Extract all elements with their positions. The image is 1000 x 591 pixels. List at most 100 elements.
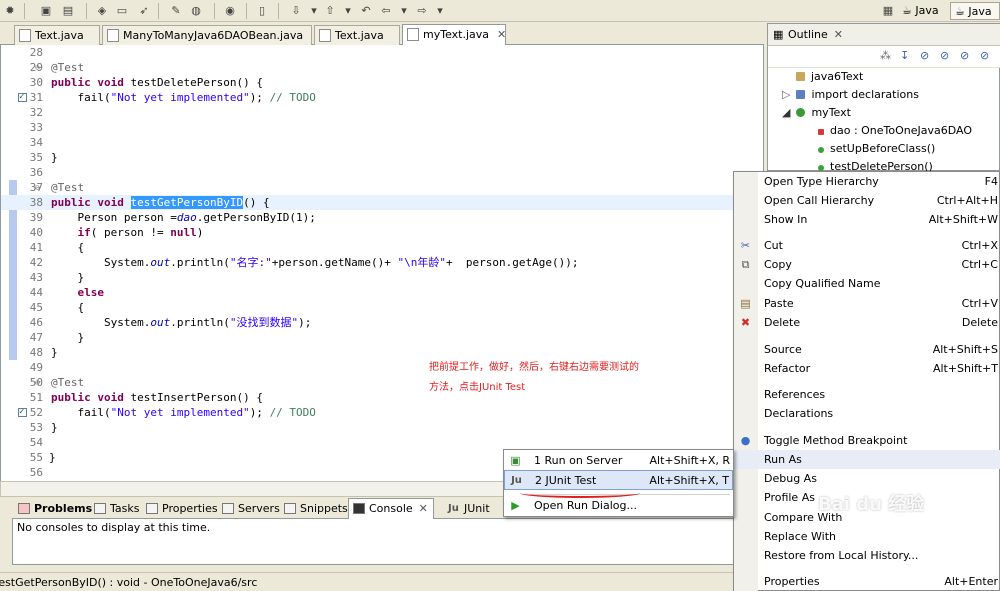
- menu-item-shortcut: Ctrl+X: [961, 239, 998, 252]
- code-line: 28: [1, 45, 765, 60]
- menu-item-debug-as[interactable]: Debug As: [734, 469, 1000, 488]
- pen-icon[interactable]: ✎: [168, 3, 184, 19]
- private-field-icon: [818, 129, 824, 135]
- outline-item-package[interactable]: java6Text: [796, 68, 863, 86]
- expand-icon[interactable]: ▷: [782, 88, 790, 101]
- menu-item-source[interactable]: Source Alt+Shift+S: [734, 340, 1000, 359]
- globe-alt-icon[interactable]: ◍: [188, 3, 204, 19]
- code-line: 32: [1, 105, 765, 120]
- line-number: 45: [29, 301, 43, 314]
- menu-item-label: References: [764, 388, 826, 401]
- last-edit-icon[interactable]: ↶: [358, 3, 374, 19]
- selected-method-name[interactable]: testGetPersonByID: [130, 196, 244, 209]
- prev-annotation-icon[interactable]: ⇧: [322, 3, 338, 19]
- menu-item-delete[interactable]: ✖ Delete Delete: [734, 313, 1000, 332]
- outline-view: ▦ Outline ✕ ⁂ ↧ ⊘ ⊘ ⊘ ⊘ java6Text ▷ import…: [767, 23, 1000, 173]
- menu-item-copy[interactable]: ⧉ Copy Ctrl+C: [734, 255, 1000, 274]
- code-text: Person person =dao.getPersonByID(1);: [51, 210, 315, 225]
- new-package-icon[interactable]: ▤: [60, 3, 76, 19]
- open-perspective-icon[interactable]: ▦: [880, 3, 896, 19]
- menu-item-open-call-hierarchy[interactable]: Open Call Hierarchy Ctrl+Alt+H: [734, 191, 1000, 210]
- dropdown-icon[interactable]: ▾: [396, 3, 412, 19]
- editor-tab-mytext-java[interactable]: myText.java ✕: [402, 24, 506, 46]
- code-line: 47 }: [1, 330, 765, 345]
- menu-item-references[interactable]: References: [734, 385, 1000, 404]
- submenu-item-open-run-dialog[interactable]: ▶ Open Run Dialog...: [504, 496, 733, 515]
- outline-item-method[interactable]: setUpBeforeClass(): [818, 140, 935, 158]
- hide-static-icon[interactable]: ⊘: [940, 49, 949, 62]
- tab-snippets[interactable]: Snippets: [280, 499, 354, 518]
- outline-item-imports[interactable]: ▷ import declarations: [782, 86, 919, 104]
- tasks-icon: [94, 503, 106, 514]
- status-text: testGetPersonByID() : void - OneToOneJav…: [0, 576, 258, 589]
- debug-icon[interactable]: ✹: [2, 3, 18, 19]
- keyword: public: [51, 196, 91, 209]
- menu-item-replace-with[interactable]: Replace With: [734, 527, 1000, 546]
- tab-console[interactable]: Console ✕: [348, 498, 434, 519]
- line-number: 28: [29, 46, 43, 59]
- forward-icon[interactable]: ⇨: [414, 3, 430, 19]
- submenu-item-run-on-server[interactable]: ▣ 1 Run on Server Alt+Shift+X, R: [504, 451, 733, 470]
- code-editor[interactable]: 28 29 ⊖ @Test 30 public void testDeletePers…: [0, 45, 765, 481]
- fold-icon[interactable]: ⊖: [35, 180, 40, 195]
- menu-item-show-in[interactable]: Show In Alt+Shift+W: [734, 210, 1000, 229]
- sort-icon[interactable]: ↧: [900, 49, 909, 62]
- dropdown-icon[interactable]: ▾: [340, 3, 356, 19]
- menu-item-restore-local-history[interactable]: Restore from Local History...: [734, 546, 1000, 565]
- menu-item-copy-qualified-name[interactable]: Copy Qualified Name: [734, 274, 1000, 293]
- editor-tab-text-java[interactable]: Text.java: [14, 25, 100, 45]
- hide-fields-icon[interactable]: ⊘: [920, 49, 929, 62]
- code-line: 40 if( person != null): [1, 225, 765, 240]
- menu-item-declarations[interactable]: Declarations: [734, 404, 1000, 423]
- menu-item-refactor[interactable]: Refactor Alt+Shift+T: [734, 359, 1000, 378]
- menu-item-paste[interactable]: ▤ Paste Ctrl+V: [734, 294, 1000, 313]
- code-text: }: [49, 451, 56, 464]
- globe-icon[interactable]: ◉: [222, 3, 238, 19]
- run-as-submenu: ▣ 1 Run on Server Alt+Shift+X, R Ju 2 JUnit…: [503, 449, 734, 517]
- outline-item-field[interactable]: dao : OneToOneJava6DAO: [818, 122, 972, 140]
- dropdown-icon[interactable]: ▾: [432, 3, 448, 19]
- outline-item-label: java6Text: [811, 70, 864, 83]
- submenu-item-junit-test[interactable]: Ju 2 JUnit Test Alt+Shift+X, T: [504, 470, 733, 490]
- line-number: 38: [29, 196, 43, 209]
- code-text: ): [196, 226, 204, 239]
- fold-icon[interactable]: ⊖: [35, 60, 40, 75]
- rocket-icon[interactable]: ➶: [136, 3, 152, 19]
- editor-tab-text-java-2[interactable]: Text.java: [314, 25, 400, 45]
- back-icon[interactable]: ⇦: [378, 3, 394, 19]
- close-icon[interactable]: ✕: [834, 28, 843, 41]
- perspective-java[interactable]: ☕ Java: [898, 2, 943, 20]
- open-folder-icon[interactable]: ▭: [114, 3, 130, 19]
- next-annotation-icon[interactable]: ⇩: [288, 3, 304, 19]
- menu-item-run-as[interactable]: Run As: [734, 450, 1000, 469]
- editor-tab-many-to-many[interactable]: ManyToManyJava6DAOBean.java: [102, 25, 312, 45]
- close-icon[interactable]: ✕: [419, 502, 428, 515]
- outline-item-class[interactable]: ◢ myText: [782, 104, 851, 122]
- java-perspective-icon: ☕: [902, 4, 912, 17]
- code-text: }: [51, 331, 85, 344]
- tab-tasks[interactable]: Tasks: [90, 499, 145, 518]
- menu-item-open-type-hierarchy[interactable]: Open Type Hierarchy F4: [734, 172, 1000, 191]
- tab-properties[interactable]: Properties: [142, 499, 224, 518]
- perspective-javaee[interactable]: ☕ Java E: [950, 2, 1000, 36]
- hide-local-types-icon[interactable]: ⊘: [980, 49, 989, 62]
- tab-label: myText.java: [423, 28, 490, 41]
- open-project-icon[interactable]: ◈: [94, 3, 110, 19]
- menu-item-properties[interactable]: Properties Alt+Enter: [734, 572, 1000, 591]
- tab-label: Properties: [162, 502, 218, 515]
- hide-non-public-icon[interactable]: ⊘: [960, 49, 969, 62]
- fold-icon[interactable]: ⊖: [35, 375, 40, 390]
- collapse-icon[interactable]: ◢: [782, 106, 790, 119]
- code-line: 52 fail("Not yet implemented"); // TODO: [1, 405, 765, 420]
- tab-junit[interactable]: Ju JUnit: [444, 499, 496, 518]
- tab-servers[interactable]: Servers: [218, 499, 286, 518]
- dropdown-icon[interactable]: ▾: [306, 3, 322, 19]
- document-icon[interactable]: ▯: [254, 3, 270, 19]
- tab-problems[interactable]: Problems: [14, 499, 98, 518]
- close-icon[interactable]: ✕: [497, 28, 506, 41]
- menu-item-toggle-method-breakpoint[interactable]: ● Toggle Method Breakpoint: [734, 431, 1000, 450]
- menu-item-label: Toggle Method Breakpoint: [764, 434, 908, 447]
- menu-item-cut[interactable]: ✂ Cut Ctrl+X: [734, 236, 1000, 255]
- new-class-icon[interactable]: ▣: [38, 3, 54, 19]
- collapse-all-icon[interactable]: ⁂: [880, 49, 891, 62]
